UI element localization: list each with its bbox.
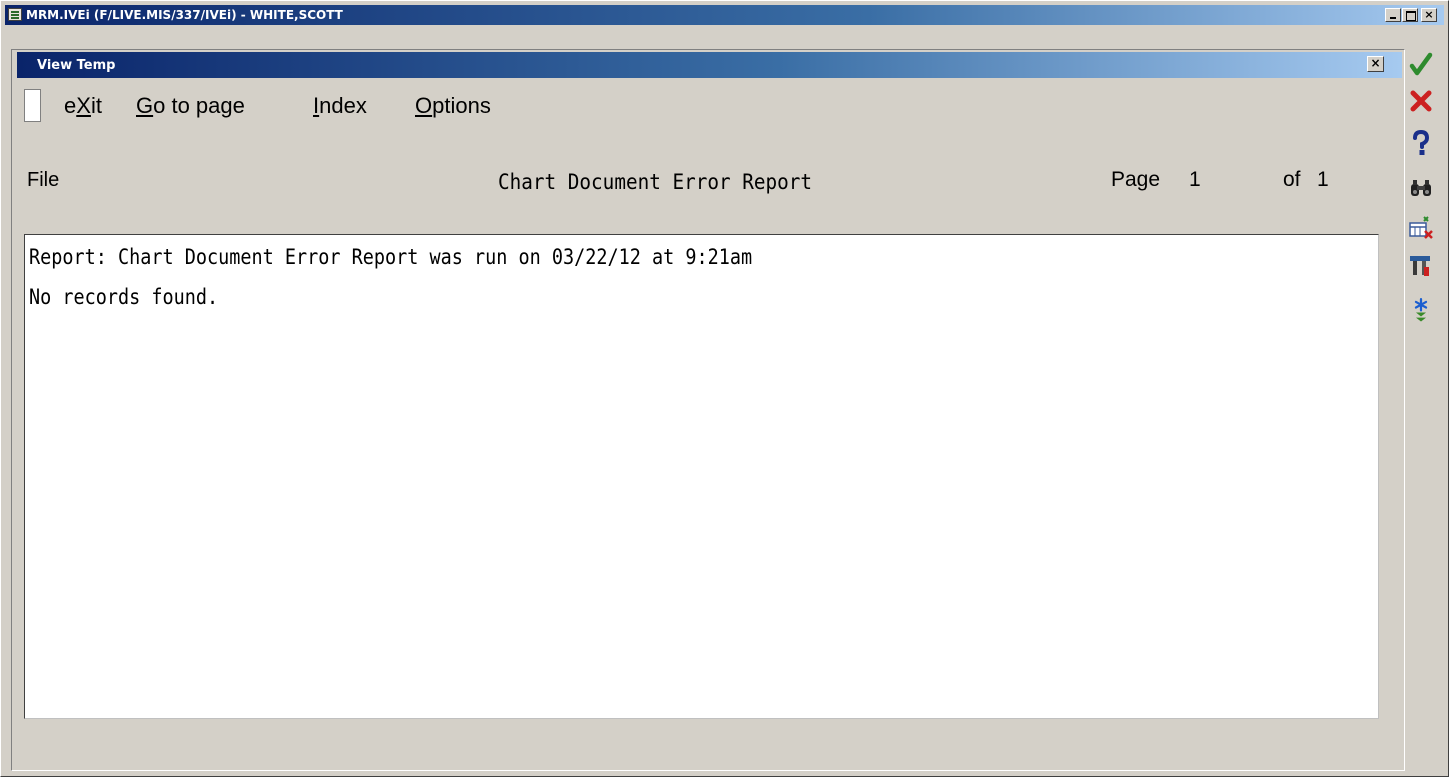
table-icon[interactable] xyxy=(1407,214,1435,242)
menu-exit-suffix: it xyxy=(90,93,102,118)
menu-index[interactable]: Index xyxy=(313,93,367,119)
close-button[interactable]: × xyxy=(1421,8,1437,22)
menu-goto-hotkey: G xyxy=(136,93,154,118)
menu-exit-hotkey: X xyxy=(76,93,91,118)
menu-options-suffix: ptions xyxy=(432,93,491,118)
title-bar: MRM.IVEi (F/LIVE.MIS/337/IVEi) - WHITE,S… xyxy=(5,5,1444,25)
star-icon[interactable] xyxy=(1407,298,1435,326)
report-status-line: No records found. xyxy=(29,285,219,309)
subwindow-title: View Temp xyxy=(37,58,116,73)
menu-exit[interactable]: eXit xyxy=(64,93,102,119)
app-icon xyxy=(8,8,22,21)
x-icon[interactable] xyxy=(1407,87,1435,115)
check-icon[interactable] xyxy=(1407,51,1435,79)
question-icon[interactable] xyxy=(1407,129,1435,157)
report-text-area[interactable]: Report: Chart Document Error Report was … xyxy=(24,234,1379,719)
menu-goto-suffix: o to page xyxy=(153,93,245,118)
tools-icon[interactable] xyxy=(1407,251,1435,279)
of-label: of xyxy=(1283,168,1301,191)
maximize-button[interactable] xyxy=(1402,8,1418,22)
minimize-button[interactable] xyxy=(1385,8,1401,22)
page-label: Page xyxy=(1111,168,1161,191)
subwindow-title-bar: View Temp × xyxy=(17,52,1402,78)
menu-exit-prefix: e xyxy=(64,93,77,118)
window-title: MRM.IVEi (F/LIVE.MIS/337/IVEi) - WHITE,S… xyxy=(26,8,343,22)
total-pages: 1 xyxy=(1317,168,1329,191)
binoculars-icon[interactable] xyxy=(1407,173,1435,201)
report-run-line: Report: Chart Document Error Report was … xyxy=(29,245,753,269)
page-number: 1 xyxy=(1189,168,1201,191)
menu-checkbox[interactable] xyxy=(24,89,41,122)
app-window: MRM.IVEi (F/LIVE.MIS/337/IVEi) - WHITE,S… xyxy=(0,0,1449,777)
menu-options[interactable]: Options xyxy=(415,93,491,119)
menu-index-suffix: ndex xyxy=(319,93,367,118)
subwindow-close-button[interactable]: × xyxy=(1367,56,1384,72)
file-label: File xyxy=(27,169,60,191)
menu-options-hotkey: O xyxy=(415,93,433,118)
report-title: Chart Document Error Report xyxy=(498,170,813,194)
menu-go-to-page[interactable]: Go to page xyxy=(136,93,245,119)
chevron-down-icon xyxy=(1415,312,1427,322)
